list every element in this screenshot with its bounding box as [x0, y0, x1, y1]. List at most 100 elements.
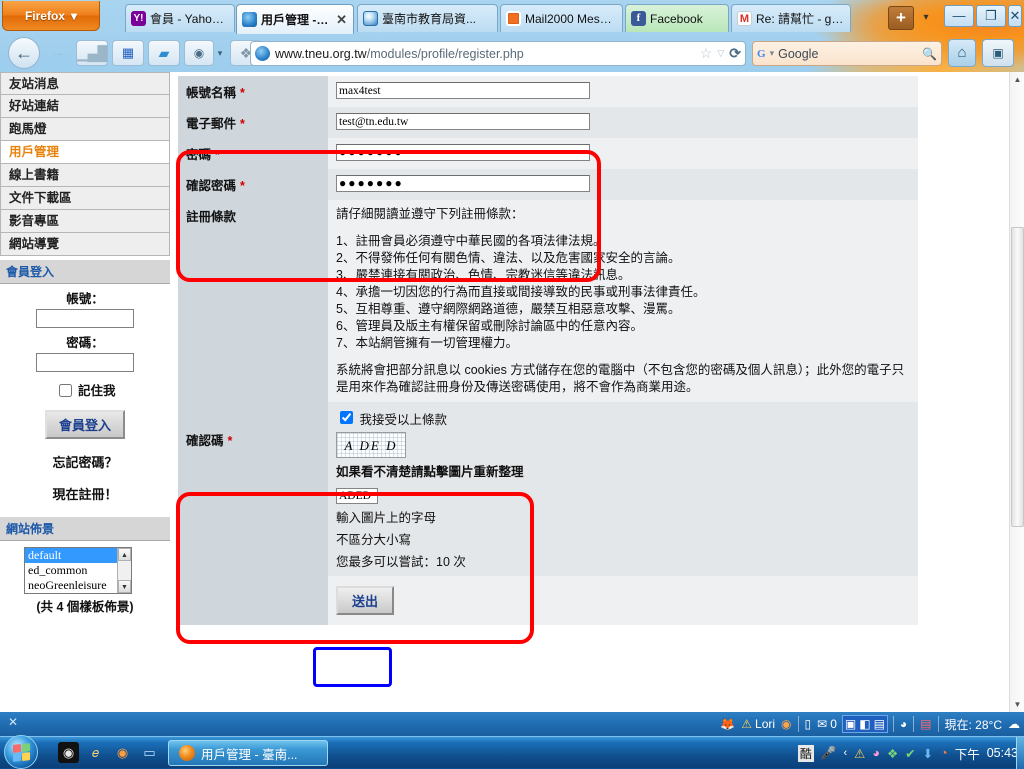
- password-input[interactable]: ●●●●●●●: [336, 144, 590, 161]
- mail-tray-item[interactable]: ✉ 0: [817, 717, 837, 731]
- sync-icon[interactable]: ◔: [940, 746, 948, 760]
- username-input[interactable]: [336, 82, 590, 99]
- show-desktop-button[interactable]: [1016, 737, 1024, 769]
- bookmarks-button[interactable]: ▣: [982, 39, 1014, 67]
- field-value-captcha: 我接受以上條款 A DE D 如果看不清楚請點擊圖片重新整理 輸入圖片上的字母 …: [328, 402, 918, 576]
- scroll-up-icon[interactable]: ▲: [1010, 72, 1024, 87]
- firefox-icon[interactable]: ◉: [112, 742, 133, 763]
- sidebar-item-user-management[interactable]: 用戶管理: [0, 141, 170, 164]
- field-label-confirm-password: 確認密碼 *: [178, 169, 328, 200]
- register-now-link[interactable]: 現在註冊！: [0, 471, 170, 503]
- warning-icon[interactable]: ⚠: [854, 746, 865, 761]
- window-restore-button[interactable]: ❐: [976, 5, 1006, 27]
- tab-yahoo[interactable]: Y! 會員 - Yahoo!奇...: [125, 4, 235, 32]
- theme-option-default[interactable]: default: [25, 548, 131, 563]
- window-minimize-button[interactable]: —: [944, 5, 974, 27]
- theme-option-neogreenleisure[interactable]: neoGreenleisure: [25, 578, 131, 593]
- forgot-password-link[interactable]: 忘記密碼？: [0, 439, 170, 471]
- close-icon[interactable]: ✕: [8, 715, 18, 729]
- tab-tainan-edu[interactable]: 臺南市教育局資...: [357, 4, 498, 32]
- login-submit-button[interactable]: 會員登入: [44, 410, 125, 439]
- new-tab-button[interactable]: +: [888, 6, 914, 30]
- captcha-input[interactable]: [336, 488, 378, 504]
- divider: [937, 716, 939, 732]
- login-password-input[interactable]: [36, 353, 134, 372]
- address-bar[interactable]: www.tneu.org.tw/modules/profile/register…: [250, 41, 746, 66]
- tab-facebook[interactable]: f Facebook: [625, 4, 729, 32]
- email-input[interactable]: [336, 113, 590, 130]
- accept-terms-checkbox[interactable]: [340, 411, 353, 424]
- sidebar-item-downloads[interactable]: 文件下載區: [0, 187, 170, 210]
- tab-user-management[interactable]: 用戶管理 - ... ✕: [236, 4, 354, 34]
- weather-label: 現在: 28°C: [944, 717, 1002, 732]
- taskbar-window-button[interactable]: 用戶管理 - 臺南...: [168, 740, 328, 766]
- microphone-icon[interactable]: 🎤: [821, 746, 837, 761]
- palette-icon[interactable]: ◕: [872, 746, 880, 760]
- folder-addon-icon[interactable]: ▰: [148, 40, 180, 66]
- scroll-down-icon[interactable]: ▼: [1010, 697, 1024, 712]
- start-button[interactable]: [4, 735, 38, 769]
- sidebar-item-sitemap[interactable]: 網站導覽: [0, 233, 170, 256]
- tools-icon[interactable]: ▤: [874, 717, 885, 731]
- calendar-icon[interactable]: ▤: [920, 717, 931, 731]
- scroll-down-icon[interactable]: ▼: [118, 580, 131, 593]
- forward-button[interactable]: →: [44, 40, 70, 66]
- show-desktop-icon[interactable]: ▭: [139, 742, 160, 763]
- web-page: 友站消息 好站連結 跑馬燈 用戶管理 線上書籍 文件下載區 影音專區 網站導覽 …: [0, 72, 1009, 712]
- panel-icon[interactable]: ▯: [805, 717, 812, 731]
- sidebar-item-marquee[interactable]: 跑馬燈: [0, 118, 170, 141]
- firefox-app-button[interactable]: Firefox ▾: [2, 1, 100, 31]
- tab-list-button[interactable]: ▾: [916, 6, 936, 30]
- page-scrollbar[interactable]: ▲ ▼: [1009, 72, 1024, 712]
- window-close-button[interactable]: ✕: [1008, 5, 1022, 27]
- screenshot-addon-icon[interactable]: ◉: [184, 40, 214, 66]
- tab-gmail[interactable]: M Re: 請幫忙 - gh...: [731, 4, 851, 32]
- status-band-tray: 🦊 ⚠ Lori ◉ ▯ ✉ 0 ▣ ◧ ▤ ◕ ▤ 現在: 28°C ☁: [720, 712, 1020, 736]
- internet-explorer-icon[interactable]: 𝑒: [85, 742, 106, 763]
- contrast-icon[interactable]: ◧: [859, 717, 870, 731]
- sidebar-item-online-books[interactable]: 線上書籍: [0, 164, 170, 187]
- check-icon[interactable]: ✔: [905, 746, 915, 761]
- sidebar-item-friend-news[interactable]: 友站消息: [0, 72, 170, 95]
- theme-option-ed-common[interactable]: ed_common: [25, 563, 131, 578]
- chevron-down-icon[interactable]: ▾: [214, 40, 226, 66]
- ime-indicator[interactable]: 酷: [797, 744, 814, 762]
- captcha-image[interactable]: A DE D: [336, 432, 406, 458]
- back-button[interactable]: ←: [8, 37, 40, 69]
- remember-me-checkbox[interactable]: [58, 384, 72, 397]
- sidebar-item-media[interactable]: 影音專區: [0, 210, 170, 233]
- tab-close-icon[interactable]: ✕: [336, 12, 347, 28]
- user-tray-item[interactable]: ⚠ Lori: [741, 717, 775, 731]
- bookmark-star-icon[interactable]: ☆: [700, 45, 713, 62]
- terms-item: 6、管理員及版主有權保留或刪除討論區中的任意內容。: [336, 319, 643, 333]
- confirm-password-input[interactable]: ●●●●●●●: [336, 175, 590, 192]
- scroll-up-icon[interactable]: ▲: [118, 548, 131, 561]
- home-button[interactable]: ⌂: [948, 39, 976, 67]
- download-icon[interactable]: ⬇: [923, 746, 933, 761]
- search-icon[interactable]: 🔍: [922, 47, 937, 61]
- required-marker: *: [240, 86, 245, 100]
- clock-icon[interactable]: ◕: [900, 717, 907, 731]
- clock-time[interactable]: 05:43: [987, 746, 1018, 760]
- qrcode-addon-icon[interactable]: ▦: [112, 40, 144, 66]
- document-icon[interactable]: ▣: [845, 717, 856, 731]
- sidebar-item-good-links[interactable]: 好站連結: [0, 95, 170, 118]
- chevron-down-icon[interactable]: ▽: [717, 48, 724, 59]
- firefox-icon[interactable]: ◉: [781, 717, 791, 731]
- theme-select-listbox[interactable]: default ed_common neoGreenleisure ▲ ▼: [24, 547, 132, 594]
- theme-listbox-scrollbar[interactable]: ▲ ▼: [117, 548, 131, 593]
- firefox-tray-icon[interactable]: 🦊: [720, 717, 735, 731]
- submit-button[interactable]: 送出: [336, 586, 395, 615]
- search-bar[interactable]: G ▾ Google 🔍: [752, 41, 942, 66]
- tab-mail2000[interactable]: Mail2000 Messa...: [500, 4, 623, 32]
- dropbox-icon[interactable]: ❖: [887, 746, 898, 761]
- reload-icon[interactable]: ⟳: [729, 45, 741, 62]
- media-player-icon[interactable]: ◉: [58, 742, 79, 763]
- scrollbar-thumb[interactable]: [1011, 227, 1024, 527]
- login-username-input[interactable]: [36, 309, 134, 328]
- selected-tray-group[interactable]: ▣ ◧ ▤: [842, 716, 887, 732]
- chevron-down-icon[interactable]: ▾: [770, 48, 775, 59]
- stats-addon-icon[interactable]: ▁▄█: [76, 40, 108, 66]
- search-input[interactable]: Google: [778, 47, 918, 61]
- chevron-left-icon[interactable]: ‹: [844, 747, 848, 759]
